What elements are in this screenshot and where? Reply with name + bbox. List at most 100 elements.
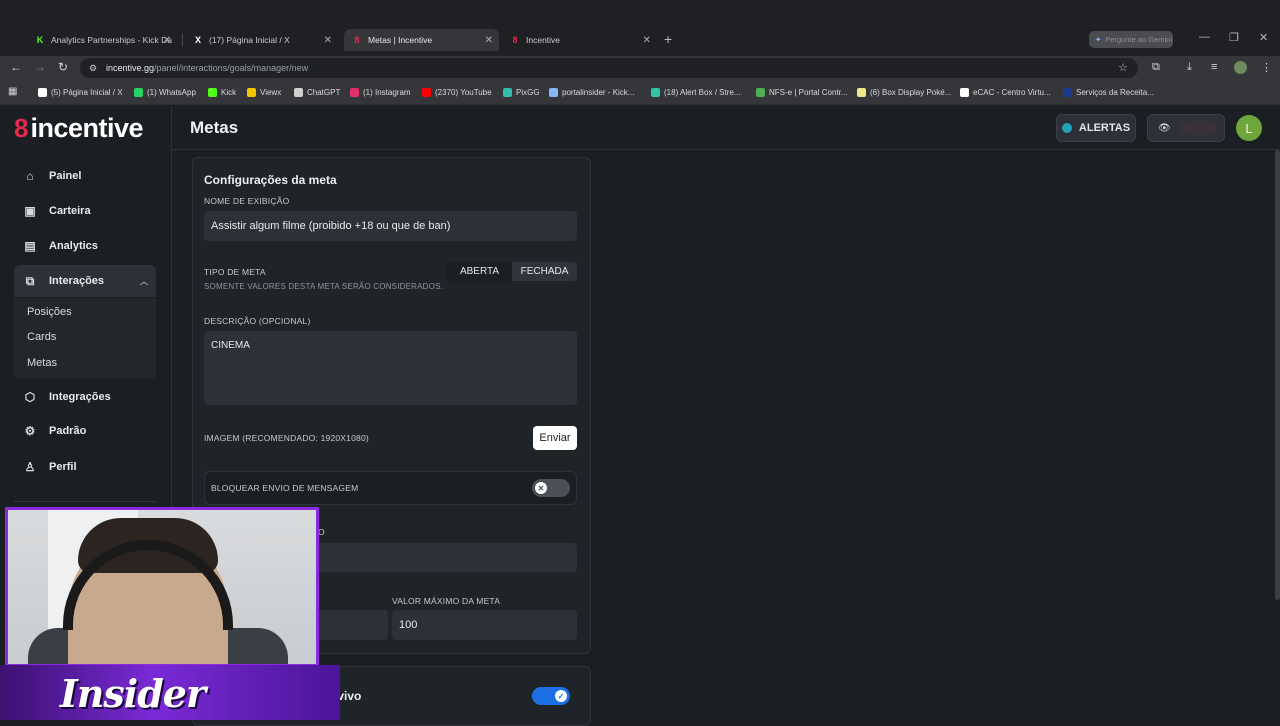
tab-metas-incentive[interactable]: 8 Metas | Incentive ✕ <box>344 29 499 51</box>
bookmark-favicon-icon <box>208 87 217 97</box>
bookmark-item[interactable]: (6) Box Display Poké... <box>857 85 951 99</box>
close-icon[interactable]: ✕ <box>643 35 651 46</box>
sidebar-item-label: Analytics <box>49 240 98 252</box>
bookmark-label: PixGG <box>516 87 540 97</box>
bookmark-label: Kick <box>221 87 237 97</box>
incentive-logo-mark: 8 <box>14 113 29 143</box>
home-icon: ⌂ <box>26 169 34 183</box>
sidebar-item-painel[interactable]: ⌂ Painel <box>14 160 156 192</box>
tab-title: (17) Página Inicial / X <box>209 35 290 45</box>
toggle-off-icon: ✕ <box>535 482 547 494</box>
sidebar-item-label: Carteira <box>49 205 91 217</box>
reload-icon[interactable]: ↻ <box>58 60 68 74</box>
bookmark-item[interactable]: (1) WhatsApp <box>134 85 196 99</box>
sidebar-subitem-metas[interactable]: Metas <box>27 357 57 369</box>
block-message-toggle[interactable]: ✕ <box>532 479 570 497</box>
new-tab-button[interactable]: + <box>664 31 672 47</box>
tab-title: Incentive <box>526 35 561 45</box>
bookmark-star-icon[interactable]: ☆ <box>1118 61 1128 74</box>
tab-incentive[interactable]: 8 Incentive ✕ <box>502 29 657 51</box>
goal-type-option-fechada[interactable]: FECHADA <box>512 262 577 281</box>
close-icon[interactable]: ✕ <box>163 35 171 46</box>
insider-banner: Insider <box>0 665 340 720</box>
sidebar-subitem-cards[interactable]: Cards <box>27 331 56 343</box>
goal-type-option-aberta[interactable]: ABERTA <box>447 262 512 281</box>
download-icon[interactable]: ⤓ <box>1187 61 1192 74</box>
bookmark-item[interactable]: Kick <box>208 85 236 99</box>
close-icon[interactable]: ✕ <box>485 35 493 46</box>
browser-menu-icon[interactable]: ⋮ <box>1261 61 1272 74</box>
bookmark-item[interactable]: Serviços da Receita... <box>1063 85 1154 99</box>
apps-grid-icon[interactable]: ▦ <box>8 86 17 97</box>
close-icon[interactable]: ✕ <box>324 35 332 46</box>
sidebar-item-analytics[interactable]: ▤ Analytics <box>14 230 156 262</box>
tab-x-home[interactable]: X (17) Página Inicial / X ✕ <box>185 29 338 51</box>
cube-icon: ⬡ <box>24 390 36 404</box>
bookmark-label: (18) Alert Box / Stre... <box>664 87 741 97</box>
bookmark-item[interactable]: (2370) YouTube <box>422 85 492 99</box>
upload-image-button[interactable]: Enviar <box>533 426 577 450</box>
sidebar-divider <box>14 501 156 502</box>
back-icon[interactable]: ← <box>10 60 22 74</box>
tab-kick-analytics[interactable]: K Analytics Partnerships - Kick Da ✕ <box>27 29 177 51</box>
kick-icon: K <box>36 35 44 45</box>
bookmark-item[interactable]: (18) Alert Box / Stre... <box>651 85 740 99</box>
chevron-up-icon: ︿ <box>140 276 148 286</box>
bookmark-item[interactable]: NFS-e | Portal Contr... <box>756 85 848 99</box>
media-control-icon[interactable]: ≡ <box>1211 61 1217 73</box>
sidebar-item-perfil[interactable]: ♙ Perfil <box>14 451 156 483</box>
browser-profile-avatar[interactable] <box>1234 61 1247 74</box>
bookmark-item[interactable]: portalinsider - Kick... <box>549 85 634 99</box>
address-bar[interactable]: ⚙ incentive.gg/panel/interactions/goals/… <box>80 58 1138 78</box>
bookmark-favicon-icon <box>857 87 866 97</box>
site-info-icon[interactable]: ⚙ <box>89 63 99 73</box>
live-toggle[interactable]: ✓ <box>532 687 570 705</box>
extensions-icon[interactable]: ⧉ <box>1152 61 1160 74</box>
hidden-balance <box>1179 121 1218 135</box>
bookmark-label: (1) Instagram <box>363 87 411 97</box>
bookmark-label: (6) Box Display Poké... <box>870 87 952 97</box>
gemini-icon: ✦ <box>1095 35 1102 44</box>
bookmark-favicon-icon <box>756 87 765 97</box>
bookmark-favicon-icon <box>422 87 431 97</box>
partial-field-label: O <box>318 527 325 537</box>
description-textarea[interactable]: CINEMA <box>204 331 577 405</box>
forward-icon[interactable]: → <box>34 60 46 74</box>
display-name-label: NOME DE EXIBIÇÃO <box>204 196 290 206</box>
sidebar-item-padrao[interactable]: ⚙ Padrão <box>14 415 156 447</box>
page-scrollbar[interactable] <box>1275 150 1280 600</box>
visibility-toggle-button[interactable]: 👁 <box>1147 114 1225 142</box>
page-title: Metas <box>190 118 239 137</box>
wallet-icon: ▣ <box>24 204 36 218</box>
bookmark-favicon-icon <box>134 87 143 97</box>
sidebar-subitem-posicoes[interactable]: Posições <box>27 306 72 318</box>
bookmark-item[interactable]: (1) Instagram <box>350 85 411 99</box>
sidebar-item-carteira[interactable]: ▣ Carteira <box>14 195 156 227</box>
minimize-icon[interactable]: — <box>1199 31 1210 43</box>
restore-icon[interactable]: ❐ <box>1229 31 1239 44</box>
bookmark-favicon-icon <box>1063 87 1072 97</box>
incentive-icon: 8 <box>354 35 360 45</box>
insider-logo-text: Insider <box>60 671 206 716</box>
alerts-button[interactable]: ALERTAS <box>1056 114 1136 142</box>
bookmark-item[interactable]: Viewx <box>247 85 281 99</box>
gemini-button[interactable]: ✦ Pergunte ao Gemini <box>1089 31 1173 48</box>
sidebar-item-integracoes[interactable]: ⬡ Integrações <box>14 381 156 413</box>
section-title: Configurações da meta <box>204 173 337 187</box>
goal-type-selector: ABERTA FECHADA <box>447 262 577 281</box>
sidebar-item-interacoes[interactable]: ⧉ Interações ︿ <box>14 265 156 297</box>
bookmark-label: (5) Página Inicial / X <box>51 87 123 97</box>
bookmark-item[interactable]: ChatGPT <box>294 85 340 99</box>
display-name-input[interactable]: Assistir algum filme (proibido +18 ou qu… <box>204 211 577 241</box>
window-close-icon[interactable]: ✕ <box>1259 31 1268 44</box>
max-value-input[interactable]: 100 <box>392 610 577 640</box>
user-avatar[interactable]: L <box>1236 115 1262 141</box>
bookmark-item[interactable]: eCAC - Centro Virtu... <box>960 85 1051 99</box>
incentive-logo[interactable]: 8 incentive <box>14 113 144 144</box>
logo-text: incentive <box>30 113 144 143</box>
bookmark-item[interactable]: (5) Página Inicial / X <box>38 85 123 99</box>
bookmark-item[interactable]: PixGG <box>503 85 540 99</box>
bookmark-favicon-icon <box>294 87 303 97</box>
user-icon: ♙ <box>24 460 36 474</box>
gemini-label: Pergunte ao Gemini <box>1105 35 1173 44</box>
